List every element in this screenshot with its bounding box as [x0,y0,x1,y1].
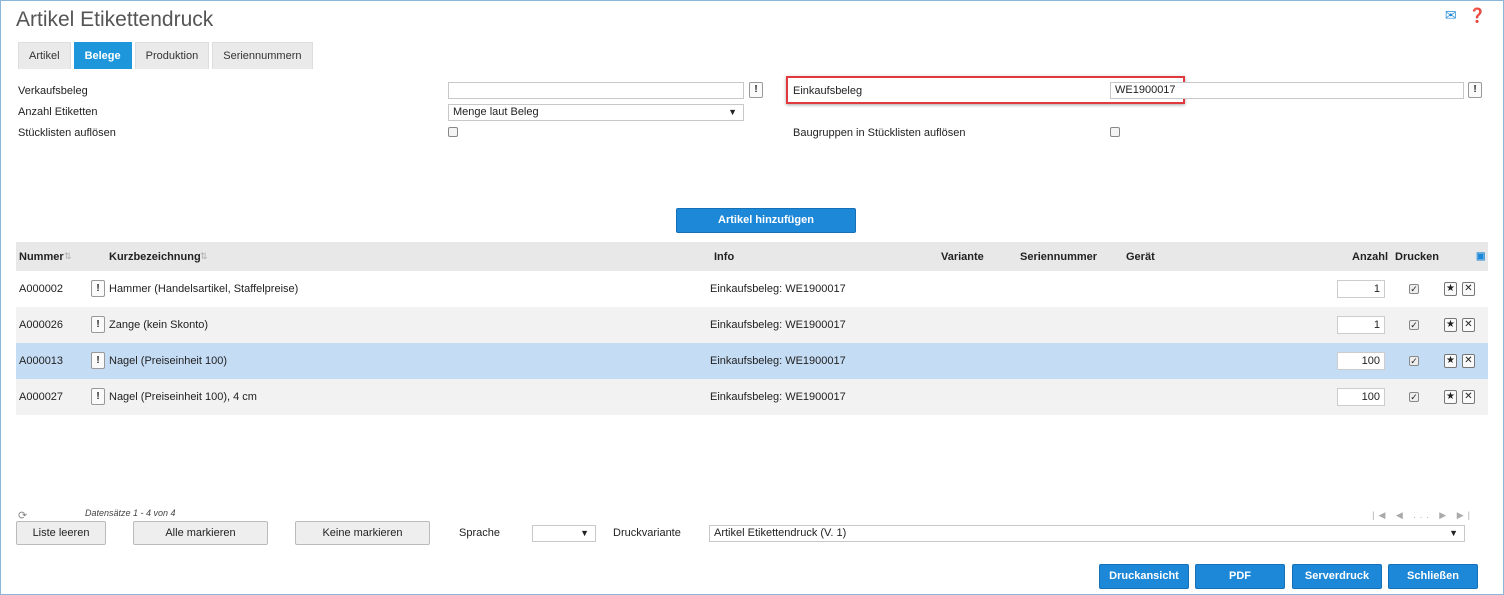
baugruppen-checkbox[interactable] [1110,127,1120,137]
tab-belege[interactable]: Belege [73,42,132,69]
tab-seriennummern[interactable]: Seriennummern [212,42,313,69]
table-row[interactable]: A000002 ! Hammer (Handelsartikel, Staffe… [16,271,1488,307]
druckvariante-select[interactable]: Artikel Etikettendruck (V. 1) ▼ [709,525,1465,542]
delete-icon[interactable]: ✕ [1462,282,1475,296]
info-button[interactable]: ! [91,388,105,405]
table-row[interactable]: A000013 ! Nagel (Preiseinheit 100) Einka… [16,343,1488,379]
stuecklisten-label: Stücklisten auflösen [18,127,116,139]
col-geraet[interactable]: Gerät [1126,251,1155,263]
sort-icon[interactable]: ⇅ [64,251,72,262]
anzahl-input[interactable]: 100 [1337,352,1385,370]
drucken-checkbox[interactable]: ✓ [1409,284,1419,294]
info-button[interactable]: ! [91,352,105,369]
drucken-checkbox[interactable]: ✓ [1409,392,1419,402]
info-button[interactable]: ! [91,316,105,333]
article-table: Nummer ⇅ Kurzbezeichnung ⇅ Info Variante… [16,242,1488,415]
delete-icon[interactable]: ✕ [1462,354,1475,368]
anzahl-etiketten-value: Menge laut Beleg [453,106,539,118]
tab-produktion[interactable]: Produktion [134,42,210,69]
tab-bar: Artikel Belege Produktion Seriennummern [18,42,313,69]
export-icon[interactable]: ▣ [1476,251,1485,262]
einkaufsbeleg-input[interactable]: WE1900017 [1110,82,1464,99]
records-count: Datensätze 1 - 4 von 4 [85,508,176,518]
top-icons: ✉ ❓ [1445,8,1486,22]
col-info[interactable]: Info [714,251,734,263]
artikel-hinzufuegen-button[interactable]: Artikel hinzufügen [676,208,856,233]
dropdown-arrow-icon: ▼ [580,528,589,538]
dropdown-arrow-icon: ▼ [728,107,737,117]
col-kurzbezeichnung[interactable]: Kurzbezeichnung [109,251,201,263]
delete-icon[interactable]: ✕ [1462,390,1475,404]
col-seriennummer[interactable]: Seriennummer [1020,251,1097,263]
sort-icon[interactable]: ⇅ [200,251,208,262]
row-info: Einkaufsbeleg: WE1900017 [710,355,846,367]
drucken-checkbox[interactable]: ✓ [1409,320,1419,330]
sprache-label: Sprache [459,527,500,539]
row-nummer: A000027 [19,391,64,403]
col-variante[interactable]: Variante [941,251,984,263]
table-row[interactable]: A000027 ! Nagel (Preiseinheit 100), 4 cm… [16,379,1488,415]
row-kurzbezeichnung: Zange (kein Skonto) [109,319,209,331]
row-info: Einkaufsbeleg: WE1900017 [710,391,846,403]
anzahl-etiketten-select[interactable]: Menge laut Beleg ▼ [448,104,744,121]
schliessen-button[interactable]: Schließen [1388,564,1478,589]
row-kurzbezeichnung: Nagel (Preiseinheit 100), 4 cm [109,391,257,403]
keine-markieren-button[interactable]: Keine markieren [295,521,430,545]
druckvariante-label: Druckvariante [613,527,681,539]
verkaufsbeleg-info-button[interactable]: ! [749,82,763,98]
page-title: Artikel Etikettendruck [16,8,214,31]
delete-icon[interactable]: ✕ [1462,318,1475,332]
pdf-button[interactable]: PDF [1195,564,1285,589]
help-icon[interactable]: ❓ [1469,8,1486,22]
star-icon[interactable]: ★ [1444,282,1457,296]
star-icon[interactable]: ★ [1444,390,1457,404]
row-info: Einkaufsbeleg: WE1900017 [710,319,846,331]
druckvariante-value: Artikel Etikettendruck (V. 1) [714,527,847,539]
pagination[interactable]: |◀ ◀ ... ▶ ▶| [1372,510,1474,521]
table-row[interactable]: A000026 ! Zange (kein Skonto) Einkaufsbe… [16,307,1488,343]
col-anzahl[interactable]: Anzahl [1352,251,1388,263]
info-button[interactable]: ! [91,280,105,297]
sprache-select[interactable]: ▼ [532,525,596,542]
stuecklisten-checkbox[interactable] [448,127,458,137]
row-nummer: A000026 [19,319,64,331]
row-nummer: A000002 [19,283,64,295]
tab-artikel[interactable]: Artikel [18,42,71,69]
row-kurzbezeichnung: Nagel (Preiseinheit 100) [109,355,228,367]
liste-leeren-button[interactable]: Liste leeren [16,521,106,545]
star-icon[interactable]: ★ [1444,354,1457,368]
verkaufsbeleg-label: Verkaufsbeleg [18,85,88,97]
baugruppen-label: Baugruppen in Stücklisten auflösen [793,127,966,139]
row-nummer: A000013 [19,355,64,367]
anzahl-input[interactable]: 1 [1337,280,1385,298]
anzahl-etiketten-label: Anzahl Etiketten [18,106,98,118]
table-header: Nummer ⇅ Kurzbezeichnung ⇅ Info Variante… [16,242,1488,271]
row-kurzbezeichnung: Hammer (Handelsartikel, Staffelpreise) [109,283,299,295]
col-nummer[interactable]: Nummer [19,251,64,263]
alle-markieren-button[interactable]: Alle markieren [133,521,268,545]
anzahl-input[interactable]: 1 [1337,316,1385,334]
einkaufsbeleg-info-button[interactable]: ! [1468,82,1482,98]
dropdown-arrow-icon: ▼ [1449,528,1458,538]
verkaufsbeleg-input[interactable] [448,82,744,99]
serverdruck-button[interactable]: Serverdruck [1292,564,1382,589]
star-icon[interactable]: ★ [1444,318,1457,332]
mail-icon[interactable]: ✉ [1445,8,1457,22]
row-info: Einkaufsbeleg: WE1900017 [710,283,846,295]
druckansicht-button[interactable]: Druckansicht [1099,564,1189,589]
col-drucken[interactable]: Drucken [1395,251,1439,263]
drucken-checkbox[interactable]: ✓ [1409,356,1419,366]
anzahl-input[interactable]: 100 [1337,388,1385,406]
einkaufsbeleg-label: Einkaufsbeleg [793,85,863,97]
